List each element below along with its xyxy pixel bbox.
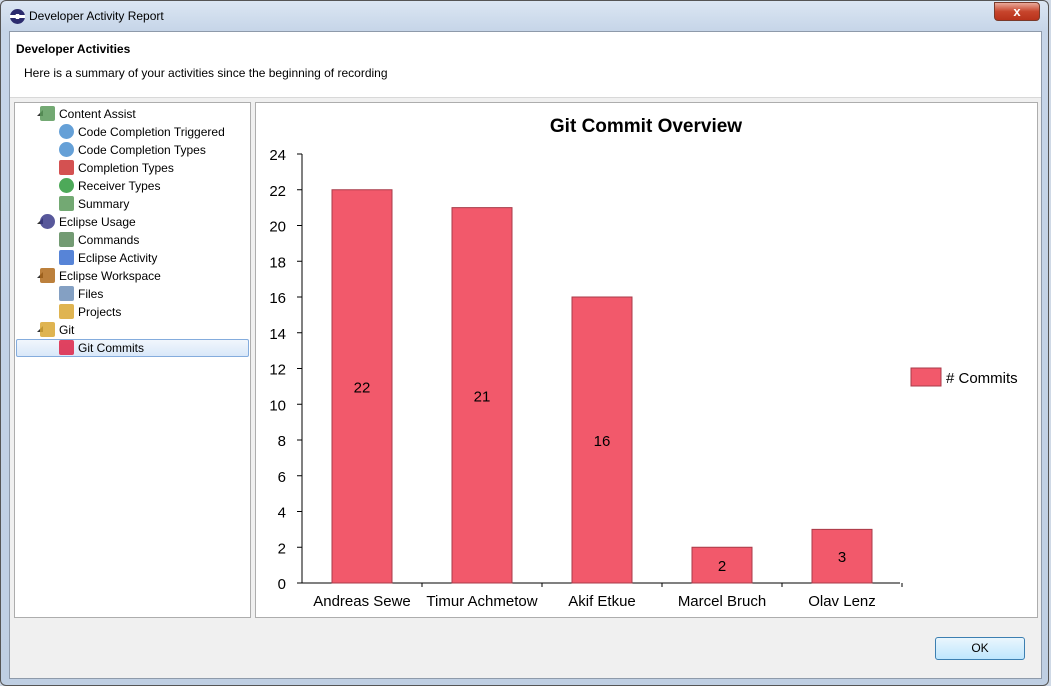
dialog-client: Developer Activities Here is a summary o… <box>9 31 1042 679</box>
pie-chart-icon <box>59 142 74 157</box>
x-tick-label: Andreas Sewe <box>313 593 411 610</box>
tree-item[interactable]: Completion Types <box>59 159 174 177</box>
eclipse-icon <box>10 9 25 24</box>
data-label: 21 <box>474 388 491 405</box>
y-tick-label: 10 <box>269 397 286 414</box>
tree-item-label: Git <box>59 323 75 337</box>
dialog-window: Developer Activity Report x Developer Ac… <box>0 0 1049 686</box>
x-tick-label: Marcel Bruch <box>678 593 766 610</box>
y-tick-label: 2 <box>278 540 286 557</box>
workspace-icon <box>40 268 55 283</box>
ok-button[interactable]: OK <box>935 637 1025 660</box>
y-tick-label: 8 <box>278 433 286 450</box>
bar-chart-icon <box>59 250 74 265</box>
tree-item[interactable]: Code Completion Triggered <box>59 123 225 141</box>
tree-item-label: Receiver Types <box>78 179 161 193</box>
close-button[interactable]: x <box>994 2 1040 21</box>
list-icon <box>40 106 55 121</box>
x-tick-label: Olav Lenz <box>808 593 876 610</box>
data-label: 16 <box>594 433 611 450</box>
y-tick-label: 18 <box>269 254 286 271</box>
pie-chart-icon <box>59 124 74 139</box>
file-icon <box>59 286 74 301</box>
tree-item[interactable]: Git Commits <box>59 339 144 357</box>
y-tick-label: 4 <box>278 505 286 522</box>
y-tick-label: 12 <box>269 362 286 379</box>
tree-item-label: Commands <box>78 233 140 247</box>
tree-group[interactable]: Eclipse Usage <box>37 213 136 231</box>
y-tick-label: 16 <box>269 290 286 307</box>
tree-item-label: Eclipse Usage <box>59 215 136 229</box>
data-label: 3 <box>838 549 846 566</box>
y-tick-label: 24 <box>269 147 286 164</box>
shapes-icon <box>59 160 74 175</box>
tree-item[interactable]: Eclipse Activity <box>59 249 158 267</box>
git-icon <box>40 322 55 337</box>
tree-group[interactable]: Eclipse Workspace <box>37 267 161 285</box>
tree-item-label: Eclipse Workspace <box>59 269 161 283</box>
y-tick-label: 0 <box>278 576 286 593</box>
tree-item-label: Content Assist <box>59 107 136 121</box>
tree-item-label: Code Completion Triggered <box>78 125 225 139</box>
x-tick-label: Timur Achmetow <box>426 593 537 610</box>
legend-label: # Commits <box>946 370 1018 387</box>
y-tick-label: 6 <box>278 469 286 486</box>
eclipse-icon <box>40 214 55 229</box>
chart-panel: Git Commit Overview 0 2 4 6 8 10 12 14 16 18 20 22 24… <box>255 102 1038 618</box>
tree-group[interactable]: Content Assist <box>37 105 136 123</box>
tree-item-label: Files <box>78 287 104 301</box>
dialog-header: Developer Activities Here is a summary o… <box>10 32 1041 98</box>
tree-item-label: Git Commits <box>78 341 144 355</box>
list-icon <box>59 196 74 211</box>
data-label: 22 <box>354 379 371 396</box>
tree-item[interactable]: Receiver Types <box>59 177 161 195</box>
tree-group[interactable]: Git <box>37 321 75 339</box>
chart-title: Git Commit Overview <box>550 116 742 137</box>
x-tick-label: Akif Etkue <box>568 593 636 610</box>
tree-item-label: Eclipse Activity <box>78 251 158 265</box>
page-subtitle: Here is a summary of your activities sin… <box>24 66 388 80</box>
folder-icon <box>59 304 74 319</box>
tree-item-label: Projects <box>78 305 122 319</box>
tree-item[interactable]: Code Completion Types <box>59 141 206 159</box>
commands-icon <box>59 232 74 247</box>
tree-item-label: Summary <box>78 197 130 211</box>
git-commit-icon <box>59 340 74 355</box>
data-label: 2 <box>718 558 726 575</box>
tree-item-label: Completion Types <box>78 161 174 175</box>
page-title: Developer Activities <box>16 42 131 56</box>
y-tick-label: 20 <box>269 219 286 236</box>
tree-item[interactable]: Projects <box>59 303 122 321</box>
bar-chart: Git Commit Overview024681012141618202224… <box>269 116 1018 610</box>
tree-item[interactable]: Commands <box>59 231 140 249</box>
window-title: Developer Activity Report <box>29 9 164 23</box>
class-icon <box>59 178 74 193</box>
y-tick-label: 22 <box>269 183 286 200</box>
report-tree: Content Assist Code Completion Triggered C… <box>14 102 251 618</box>
tree-item-label: Code Completion Types <box>78 143 206 157</box>
tree-item[interactable]: Summary <box>59 195 130 213</box>
tree-item[interactable]: Files <box>59 285 104 303</box>
y-tick-label: 14 <box>269 326 286 343</box>
legend-swatch <box>910 367 942 387</box>
